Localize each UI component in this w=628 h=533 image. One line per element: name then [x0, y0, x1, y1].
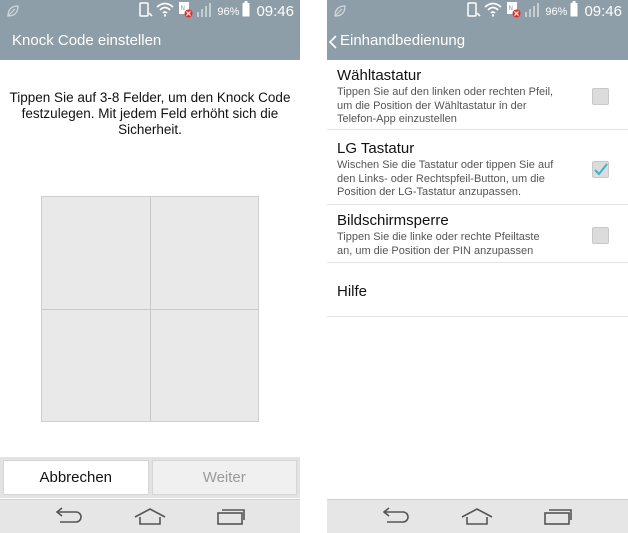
chevron-left-icon[interactable] — [327, 33, 339, 56]
leaf-icon — [333, 4, 347, 23]
knock-cell[interactable] — [150, 309, 258, 421]
action-bar[interactable]: Einhandbedienung — [327, 23, 628, 60]
clock: 09:46 — [584, 3, 622, 20]
cancel-button[interactable]: Abbrechen — [3, 460, 149, 495]
instruction-text: Tippen Sie auf 3-8 Felder, um den Knock … — [9, 90, 291, 137]
page-title: Knock Code einstellen — [12, 32, 162, 49]
nfc-error-icon: N — [505, 1, 521, 23]
page-title: Einhandbedienung — [340, 32, 466, 49]
signal-icon — [196, 2, 214, 22]
wifi-icon — [484, 2, 503, 22]
knock-cell[interactable] — [42, 197, 150, 309]
status-bar: N 96% 09:46 — [0, 0, 300, 23]
setting-lg-keyboard[interactable]: LG Tastatur Wischen Sie die Tastatur ode… — [327, 130, 628, 205]
setting-title: Wähltastatur — [337, 67, 422, 84]
button-bar: Abbrechen Weiter — [0, 457, 300, 498]
setting-title: Bildschirmsperre — [337, 212, 449, 229]
knock-code-grid — [41, 196, 259, 422]
action-bar: Knock Code einstellen — [0, 23, 300, 60]
knock-code-screen: N 96% 09:46 Knock Code einstellen Tippen… — [0, 0, 300, 533]
status-icons: N 96% 09:46 — [465, 1, 622, 23]
back-icon[interactable] — [52, 507, 84, 532]
checkmark-icon — [594, 163, 608, 176]
battery-percentage: 96% — [217, 5, 240, 18]
navigation-bar — [327, 499, 628, 533]
clock: 09:46 — [256, 3, 294, 20]
knock-cell[interactable] — [42, 309, 150, 421]
nfc-error-icon: N — [177, 1, 193, 23]
settings-list: Wähltastatur Tippen Sie auf den linken o… — [327, 60, 628, 317]
home-icon[interactable] — [133, 507, 167, 532]
lock-screen-checkbox[interactable] — [592, 227, 609, 244]
setting-title: LG Tastatur — [337, 140, 415, 157]
svg-text:N: N — [181, 5, 186, 12]
navigation-bar — [0, 499, 300, 533]
dialpad-checkbox[interactable] — [592, 88, 609, 105]
recent-apps-icon[interactable] — [216, 507, 246, 532]
next-button[interactable]: Weiter — [151, 460, 297, 495]
screen-rotation-icon — [465, 1, 481, 23]
setting-lock-screen[interactable]: Bildschirmsperre Tippen Sie die linke od… — [327, 205, 628, 263]
status-icons: N 96% 09:46 — [137, 1, 294, 23]
setting-dialpad[interactable]: Wähltastatur Tippen Sie auf den linken o… — [327, 60, 628, 130]
battery-icon — [570, 1, 578, 22]
knock-cell[interactable] — [150, 197, 258, 309]
signal-icon — [524, 2, 542, 22]
setting-help[interactable]: Hilfe — [327, 263, 628, 317]
wifi-icon — [156, 2, 175, 22]
recent-apps-icon[interactable] — [543, 507, 573, 532]
setting-description: Tippen Sie die linke oder rechte Pfeilta… — [337, 231, 540, 257]
svg-text:N: N — [509, 5, 514, 12]
setting-description: Tippen Sie auf den linken oder rechten P… — [337, 86, 554, 125]
leaf-icon — [6, 4, 20, 23]
one-hand-mode-screen: N 96% 09:46 Einhandbedienung Wähltastatu… — [327, 0, 628, 533]
home-icon[interactable] — [460, 507, 494, 532]
lg-keyboard-checkbox[interactable] — [592, 161, 609, 178]
screen-rotation-icon — [137, 1, 153, 23]
back-icon[interactable] — [379, 507, 411, 532]
setting-description: Wischen Sie die Tastatur oder tippen Sie… — [337, 159, 554, 198]
battery-icon — [242, 1, 250, 22]
status-bar: N 96% 09:46 — [327, 0, 628, 23]
battery-percentage: 96% — [545, 5, 568, 18]
setting-title: Hilfe — [337, 283, 368, 300]
